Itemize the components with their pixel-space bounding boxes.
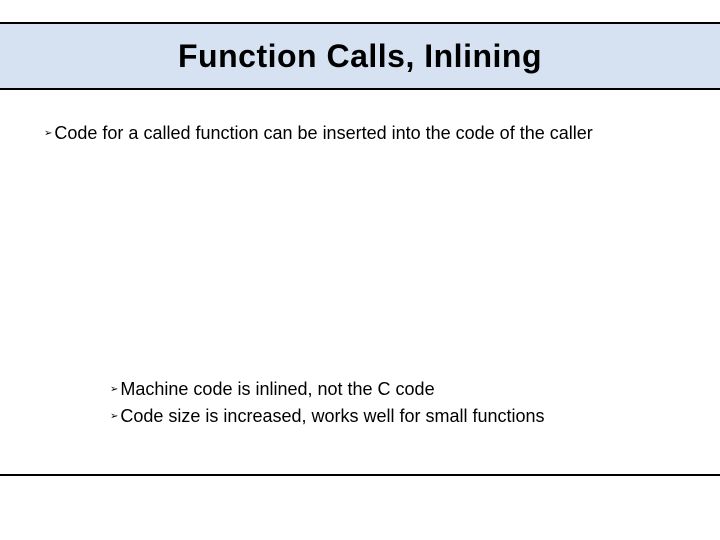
slide-title: Function Calls, Inlining: [178, 38, 542, 75]
sub-bullets: ➢ Machine code is inlined, not the C cod…: [110, 378, 545, 433]
chevron-icon: ➢: [110, 384, 118, 395]
sub-bullet: ➢ Code size is increased, works well for…: [110, 405, 545, 428]
sub-bullet-text-1: Code size is increased, works well for s…: [120, 405, 544, 428]
chevron-icon: ➢: [44, 128, 52, 139]
slide: Function Calls, Inlining ➢ Code for a ca…: [0, 0, 720, 540]
bullet-text-top: Code for a called function can be insert…: [54, 122, 592, 145]
sub-bullet-text-0: Machine code is inlined, not the C code: [120, 378, 434, 401]
bullet-top: ➢ Code for a called function can be inse…: [44, 122, 593, 145]
footer-divider: [0, 474, 720, 476]
chevron-icon: ➢: [110, 411, 118, 422]
title-band: Function Calls, Inlining: [0, 22, 720, 90]
sub-bullet: ➢ Machine code is inlined, not the C cod…: [110, 378, 545, 401]
